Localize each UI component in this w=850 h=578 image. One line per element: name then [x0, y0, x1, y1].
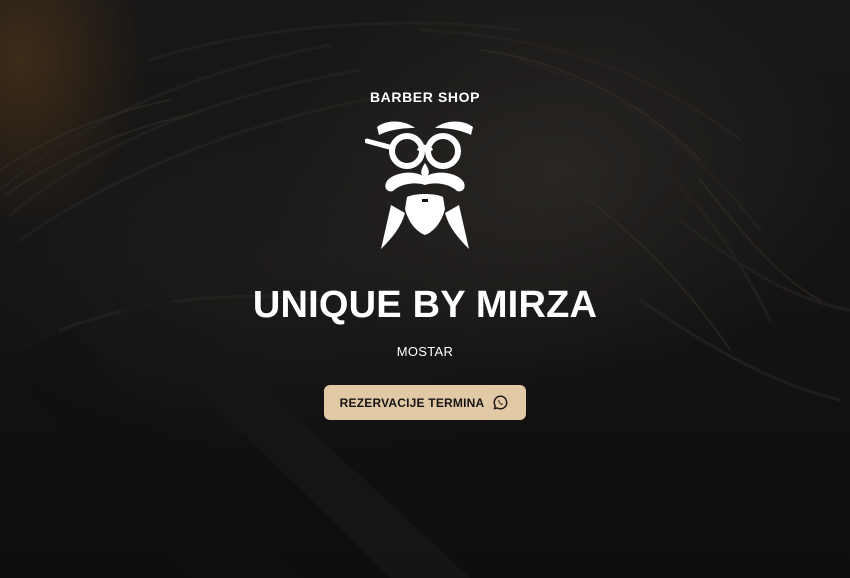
mustache-glasses-beard-icon	[365, 121, 473, 249]
whatsapp-icon	[493, 395, 508, 410]
hero-section: BARBER SHOP UNIQUE BY MIRZA MOSTAR REZER…	[0, 0, 850, 578]
hero-content: BARBER SHOP UNIQUE BY MIRZA MOSTAR REZER…	[0, 0, 850, 578]
page-title: UNIQUE BY MIRZA	[252, 284, 598, 326]
booking-button-label: REZERVACIJE TERMINA	[339, 395, 485, 410]
eyebrow-text: BARBER SHOP	[369, 89, 481, 105]
booking-button[interactable]: REZERVACIJE TERMINA	[323, 385, 527, 420]
city-label: MOSTAR	[396, 344, 454, 359]
